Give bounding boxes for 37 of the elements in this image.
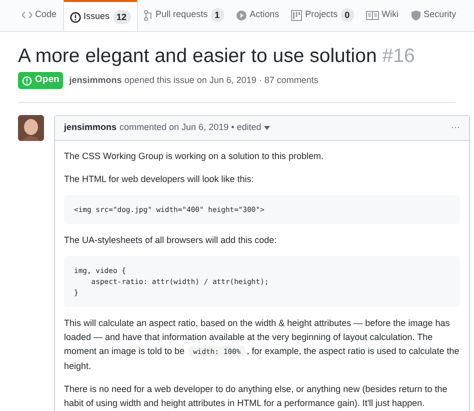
paragraph: There is no need for a web developer to do anything else, or anything new (besides return to the habit of using width and height attributes in HTML for a performance gain). It'll just happen. xyxy=(64,383,448,410)
play-icon xyxy=(236,10,247,20)
branch-icon xyxy=(144,10,153,20)
issue-number: #16 xyxy=(382,45,415,67)
repo-tab[interactable]: Pull requests 1 xyxy=(138,0,230,31)
issue-title: A more elegant and easier to use solution xyxy=(18,45,377,67)
paragraph: The UA-stylesheets of all browsers will add this code: xyxy=(64,234,278,247)
paragraph: The CSS Working Group is working on a solution to this problem. xyxy=(64,150,324,163)
tab-label: Wiki xyxy=(382,8,399,22)
code-icon xyxy=(22,11,32,19)
count-badge: 0 xyxy=(340,8,354,22)
issue-icon xyxy=(70,12,81,22)
tab-label: Actions xyxy=(250,8,280,22)
repo-tab[interactable]: Projects 0 xyxy=(285,0,360,31)
repo-tab[interactable]: Issues 12 xyxy=(62,0,138,31)
repo-tab[interactable]: Code xyxy=(16,0,63,31)
shield-icon xyxy=(410,10,421,20)
tab-label: Pull requests xyxy=(156,8,208,22)
comment-author[interactable]: jensimmons xyxy=(64,121,117,135)
tab-label: Code xyxy=(35,8,57,22)
caret-icon[interactable] xyxy=(264,126,270,130)
board-icon xyxy=(291,10,302,20)
paragraph: The HTML for web developers will look like this: xyxy=(64,173,255,186)
count-badge: 12 xyxy=(112,10,131,24)
issue-meta: jensimmons opened this issue on Jun 6, 2019 · 87 comments xyxy=(69,74,318,87)
count-badge: 1 xyxy=(210,8,224,22)
book-icon xyxy=(366,10,379,20)
repo-tab[interactable]: Wiki xyxy=(360,0,405,31)
repo-tab[interactable]: Actions xyxy=(230,0,286,31)
comment-meta: commented on Jun 6, 2019 • edited xyxy=(120,121,262,134)
more-menu[interactable]: ··· xyxy=(451,121,460,135)
repo-tab[interactable]: Security xyxy=(404,0,462,31)
tab-label: Issues xyxy=(84,10,110,24)
avatar xyxy=(18,115,44,141)
status-badge: Open xyxy=(18,72,64,89)
tab-label: Security xyxy=(424,8,456,22)
tab-label: Projects xyxy=(305,8,338,22)
